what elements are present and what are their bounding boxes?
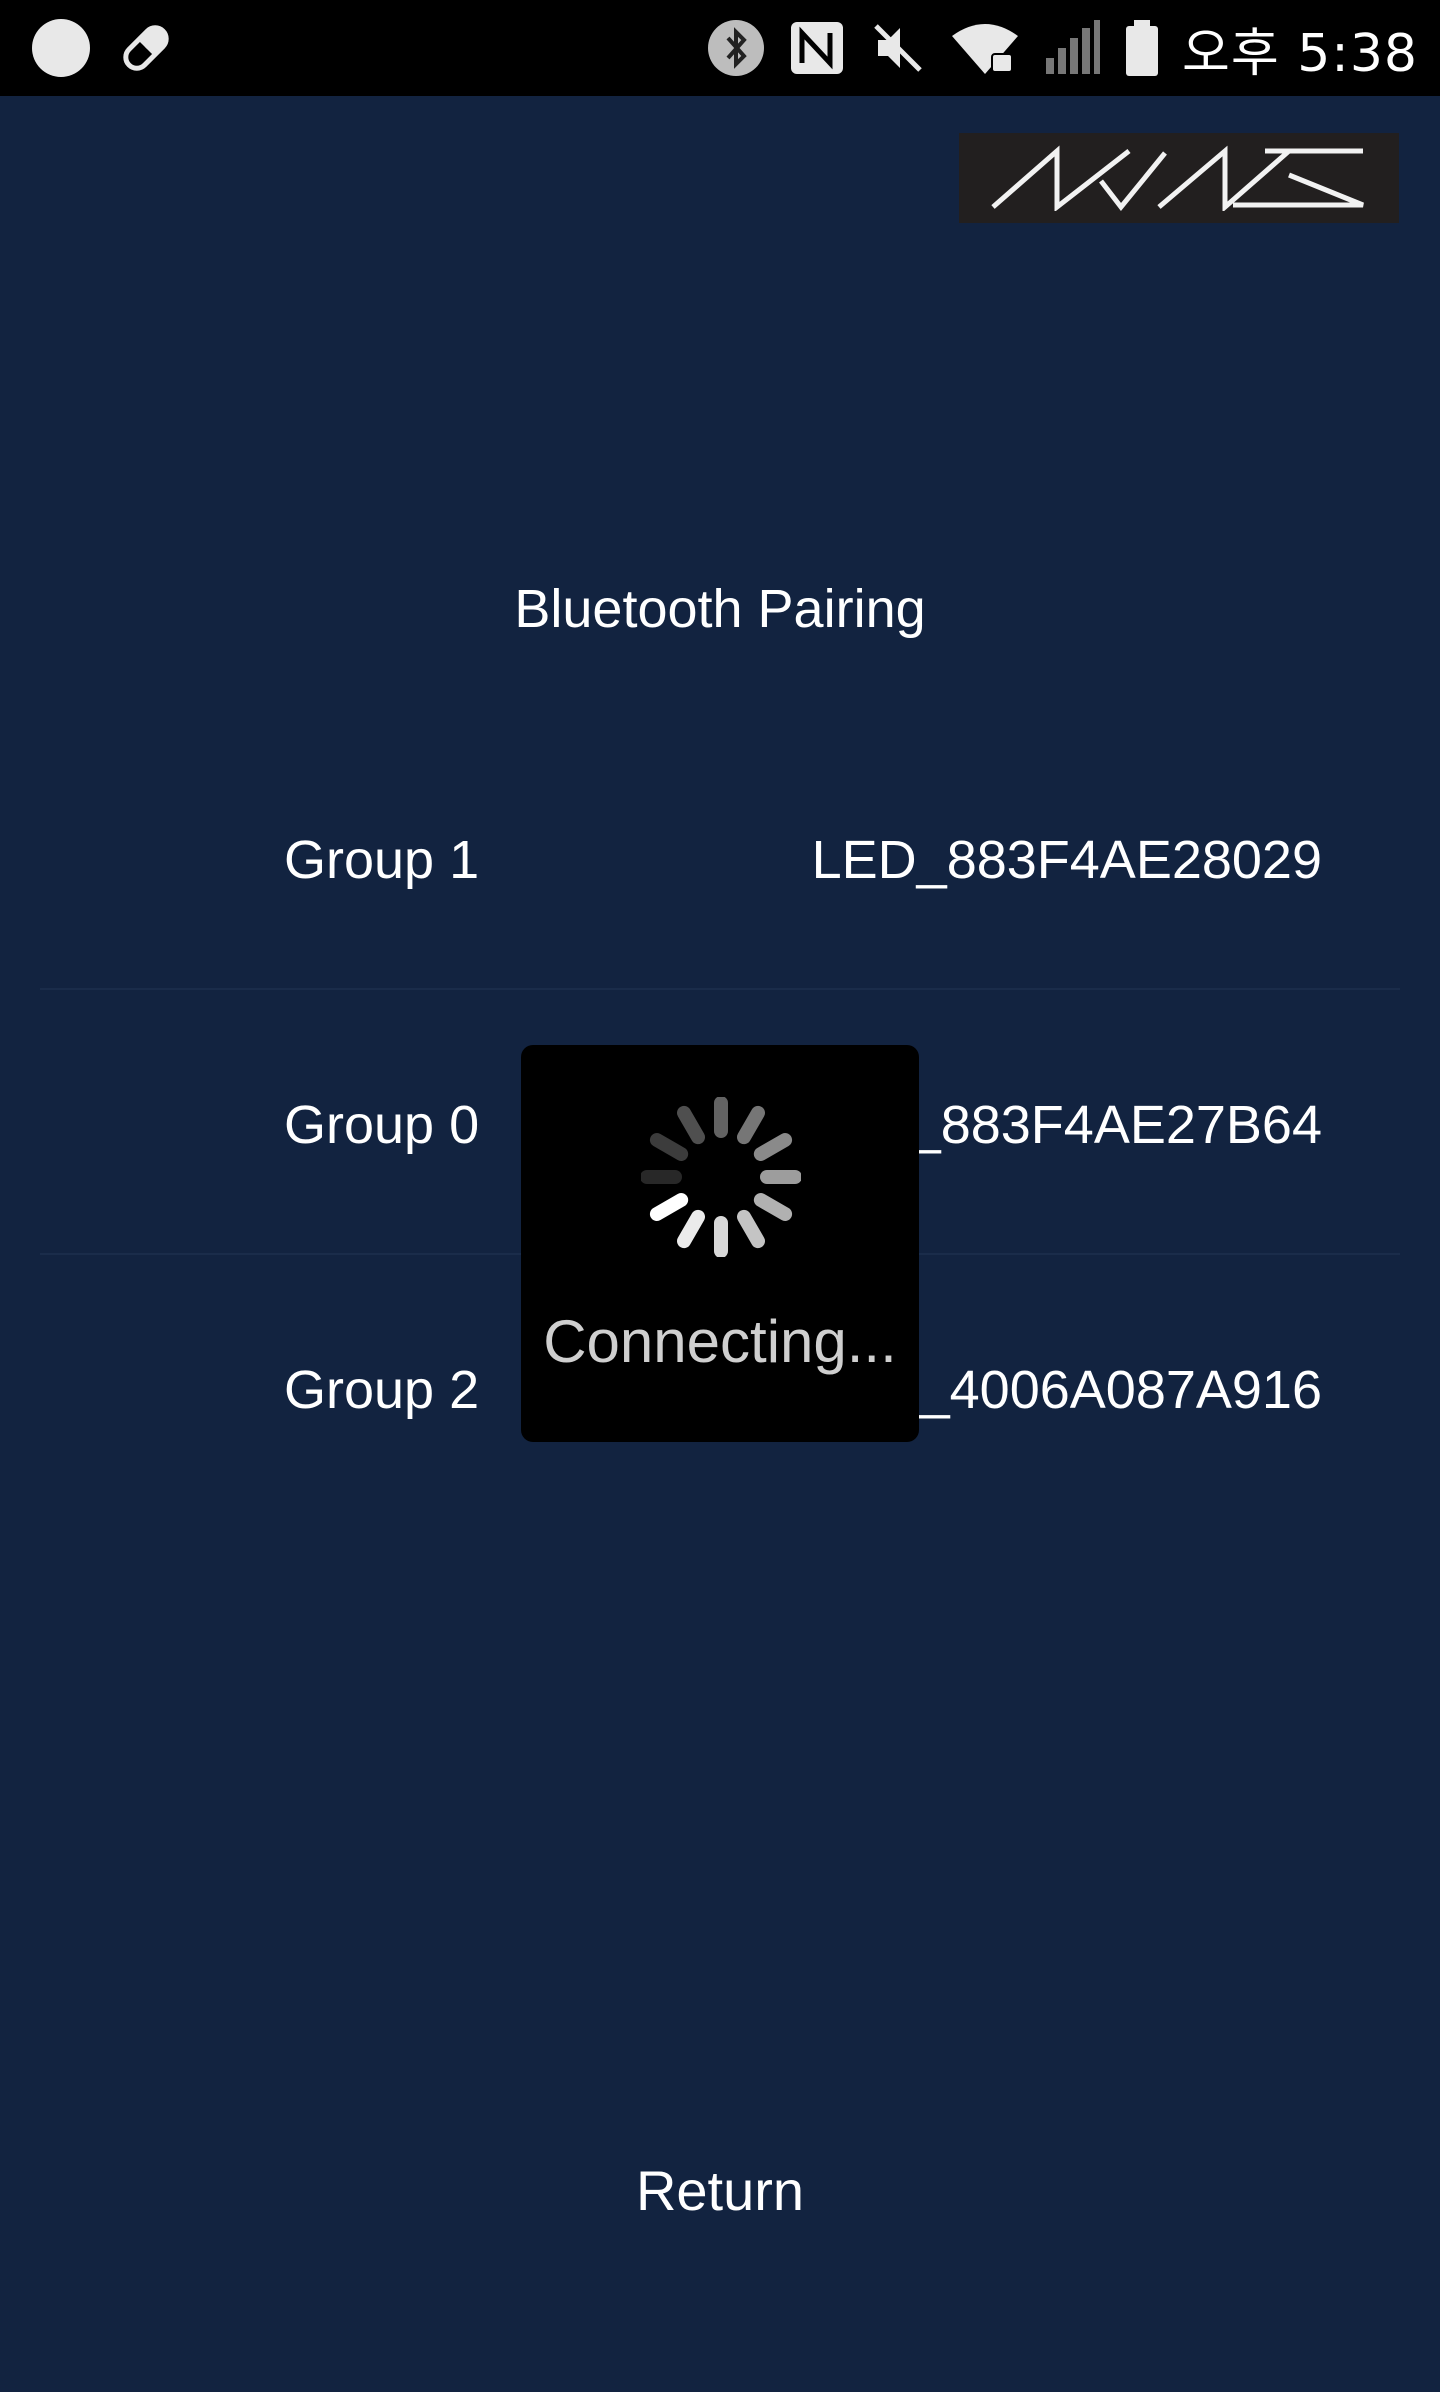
spinner-spoke xyxy=(737,1105,765,1145)
logo-icon xyxy=(991,145,1364,211)
device-name: _4006A087A916 xyxy=(919,1360,1322,1420)
connecting-dialog: Connecting... xyxy=(521,1045,919,1442)
nfc-icon xyxy=(788,19,846,77)
signal-icon xyxy=(1042,18,1102,78)
dialog-message: Connecting... xyxy=(543,1308,897,1375)
spinner-spoke xyxy=(677,1105,705,1145)
battery-icon xyxy=(1124,18,1160,78)
pill-icon xyxy=(116,18,176,78)
loading-spinner-icon xyxy=(641,1097,801,1257)
bluetooth-icon xyxy=(706,18,766,78)
status-bar-right: 오후 5:38 xyxy=(706,14,1418,84)
spinner-spoke xyxy=(649,1133,689,1161)
spinner-spoke xyxy=(753,1193,793,1221)
status-bar: 오후 5:38 xyxy=(0,0,1440,96)
device-row-group-1[interactable]: Group 1 LED_883F4AE28029 xyxy=(40,725,1400,990)
spinner-spoke xyxy=(677,1209,705,1249)
device-name: LED_883F4AE28029 xyxy=(811,830,1322,890)
status-bar-time: 오후 5:38 xyxy=(1182,23,1418,84)
brand-logo xyxy=(959,133,1399,223)
wifi-lock-icon xyxy=(950,18,1020,78)
spinner-spoke xyxy=(649,1193,689,1221)
group-label: Group 1 xyxy=(284,830,480,890)
circle-icon xyxy=(30,17,92,79)
return-button[interactable]: Return xyxy=(620,2158,820,2223)
spinner-spoke xyxy=(737,1209,765,1249)
mute-icon xyxy=(868,18,928,78)
group-label: Group 2 xyxy=(284,1360,480,1420)
spinner-spoke xyxy=(753,1133,793,1161)
status-bar-left xyxy=(30,14,176,82)
page-title: Bluetooth Pairing xyxy=(514,579,926,639)
device-name: _883F4AE27B64 xyxy=(910,1095,1322,1155)
group-label: Group 0 xyxy=(284,1095,480,1155)
